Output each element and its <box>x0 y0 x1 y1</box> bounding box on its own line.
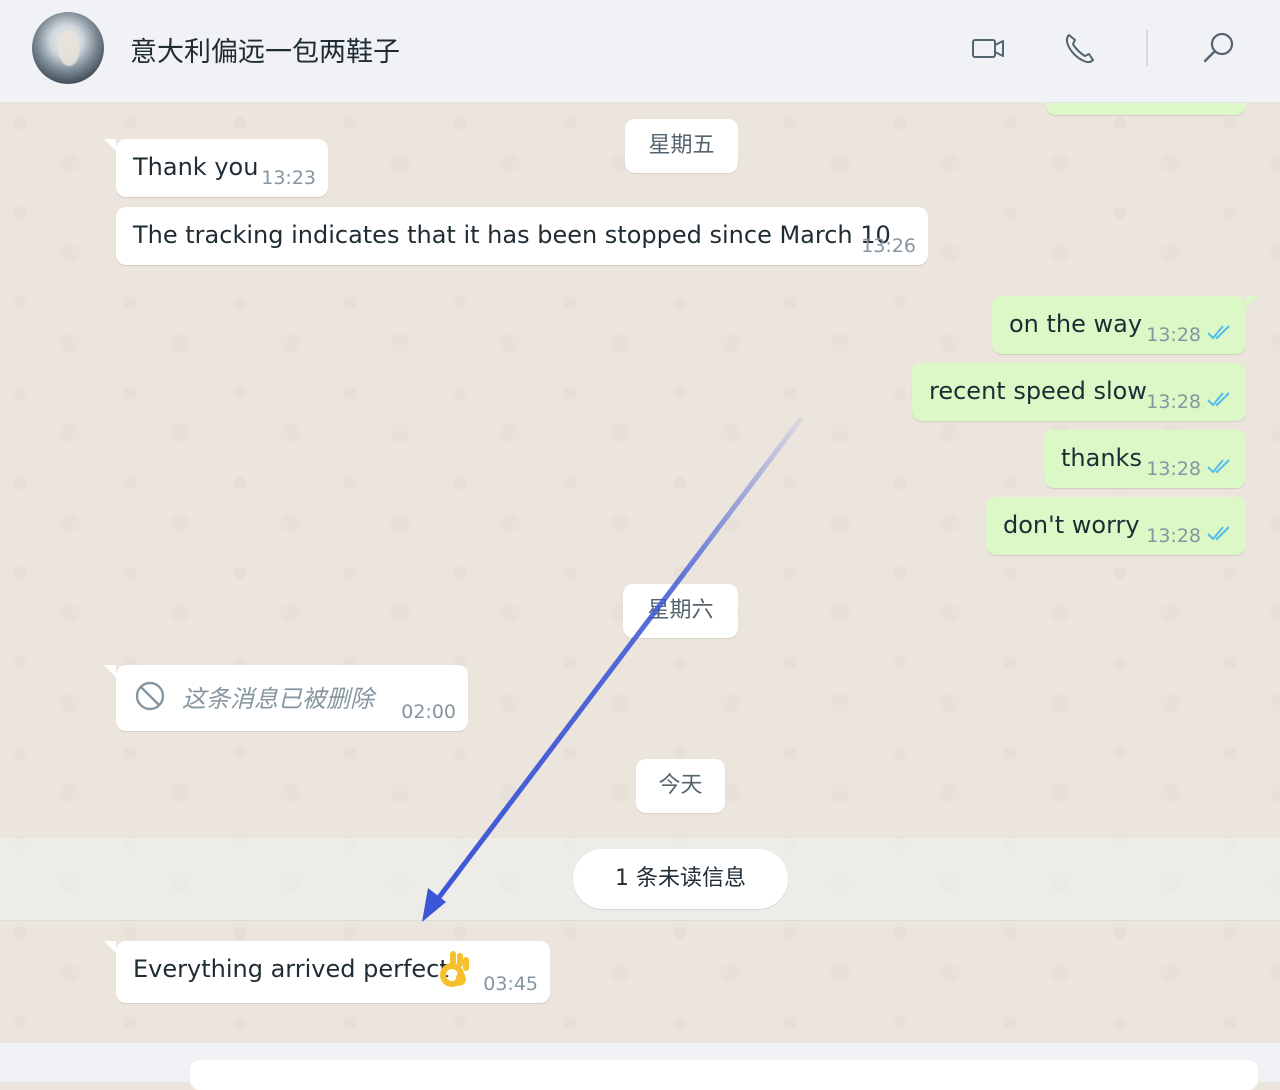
video-camera-icon[interactable] <box>968 28 1008 68</box>
message-text: don't worry <box>1003 511 1140 539</box>
date-separator-today: 今天 <box>636 759 725 813</box>
message-bubble-incoming[interactable]: Everything arrived perfect 03:45 <box>104 941 550 1003</box>
message-time: 13:26 <box>861 235 916 257</box>
read-receipt-icon <box>1207 325 1230 340</box>
chat-title[interactable]: 意大利偏远一包两鞋子 <box>130 30 400 69</box>
header-divider <box>1146 30 1148 66</box>
date-separator-saturday: 星期六 <box>623 584 738 638</box>
message-text: on the way <box>1009 310 1143 338</box>
ok-hand-emoji-icon <box>440 951 469 987</box>
message-time: 13:23 <box>261 167 316 189</box>
message-text: Everything arrived perfect <box>133 955 449 983</box>
message-text: thanks <box>1061 444 1142 472</box>
deleted-message-text: 这条消息已被删除 <box>182 685 374 713</box>
message-bubble-outgoing[interactable]: on the way 13:28 <box>992 296 1258 354</box>
message-bubble-deleted[interactable]: 这条消息已被删除 02:00 <box>104 665 468 731</box>
message-time: 02:00 <box>401 701 456 723</box>
message-bubble-outgoing-partial[interactable] <box>1046 103 1246 115</box>
message-bubble-incoming[interactable]: Thank you 13:23 <box>104 139 328 197</box>
message-time: 13:28 <box>1146 391 1201 413</box>
message-time: 13:28 <box>1146 324 1201 346</box>
message-text: The tracking indicates that it has been … <box>133 221 891 249</box>
phone-icon[interactable] <box>1060 28 1100 68</box>
message-input[interactable] <box>190 1060 1258 1090</box>
message-time: 03:45 <box>483 973 538 995</box>
read-receipt-icon <box>1207 526 1230 541</box>
message-bubble-incoming[interactable]: The tracking indicates that it has been … <box>116 207 928 265</box>
message-time: 13:28 <box>1146 458 1201 480</box>
message-bubble-outgoing[interactable]: don't worry 13:28 <box>986 497 1246 555</box>
unread-count-label: 1 条未读信息 <box>573 849 788 909</box>
message-text: Thank you <box>133 153 259 181</box>
contact-avatar[interactable] <box>32 12 104 84</box>
search-icon[interactable] <box>1200 28 1240 68</box>
message-text: recent speed slow <box>929 377 1147 405</box>
deleted-message-icon <box>135 681 165 711</box>
message-time: 13:28 <box>1146 525 1201 547</box>
chat-header: 意大利偏远一包两鞋子 <box>0 0 1280 103</box>
chat-messages-area[interactable]: 星期五 Thank you 13:23 The tracking indicat… <box>0 103 1280 1043</box>
date-separator-friday: 星期五 <box>625 119 738 173</box>
message-bubble-outgoing[interactable]: thanks 13:28 <box>1044 430 1246 488</box>
read-receipt-icon <box>1207 459 1230 474</box>
message-composer <box>0 1043 1280 1090</box>
message-bubble-outgoing[interactable]: recent speed slow 13:28 <box>912 363 1246 421</box>
read-receipt-icon <box>1207 392 1230 407</box>
